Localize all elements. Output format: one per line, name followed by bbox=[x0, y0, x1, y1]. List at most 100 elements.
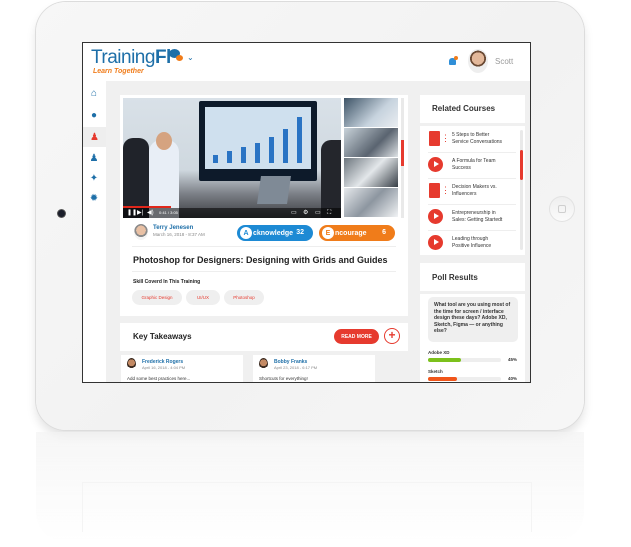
title-line: Service Conversations bbox=[452, 139, 503, 145]
related-courses-scrollbar[interactable] bbox=[520, 130, 523, 250]
poll-option-label: Sketch bbox=[428, 369, 443, 374]
user-name[interactable]: Scott bbox=[495, 57, 513, 66]
title-line: Success bbox=[452, 165, 471, 171]
poll-option-percent: 40% bbox=[508, 376, 518, 381]
related-course-item[interactable]: A Formula for Team Success bbox=[428, 153, 516, 179]
author-name[interactable]: Terry Jenesen bbox=[153, 225, 193, 231]
skill-chip[interactable]: Photoshop bbox=[224, 290, 264, 305]
takeaway-note[interactable]: Frederick Rogers April 16, 2018 - 4:04 P… bbox=[121, 355, 243, 382]
home-icon[interactable]: ⌂ bbox=[87, 86, 101, 100]
related-course-item[interactable]: Leading through Positive Influence bbox=[428, 231, 516, 257]
title-line: A Formula for Team bbox=[452, 158, 496, 164]
logo-bubble-accent-icon bbox=[176, 55, 183, 61]
video-time: 0:41 / 3:05 bbox=[159, 210, 178, 215]
video-thumbnail[interactable] bbox=[344, 98, 398, 127]
related-course-title: A Formula for Team Success bbox=[452, 158, 496, 172]
logo-text: TrainingFl bbox=[91, 47, 171, 68]
avatar[interactable] bbox=[127, 358, 136, 370]
settings-icon[interactable]: ✹ bbox=[87, 191, 101, 205]
user-icon[interactable]: ♟ bbox=[87, 151, 101, 165]
scene-bar bbox=[213, 155, 218, 163]
encourage-letter-icon: E bbox=[322, 227, 334, 239]
play-icon bbox=[428, 209, 443, 224]
bell-icon[interactable] bbox=[449, 56, 458, 66]
scene-head bbox=[156, 132, 172, 150]
home-button-glyph bbox=[558, 205, 566, 213]
pause-icon[interactable]: ❚❚ bbox=[127, 210, 137, 216]
key-takeaways-title: Key Takeaways bbox=[133, 332, 192, 341]
scene-bar bbox=[269, 137, 274, 163]
fullscreen-icon[interactable]: ⛶ bbox=[327, 210, 331, 216]
note-body: Shortcuts for everything! bbox=[259, 376, 308, 381]
related-course-item[interactable]: 5 Steps to BetterService Conversations bbox=[428, 127, 516, 153]
avatar[interactable] bbox=[134, 224, 148, 240]
thumbnails-scrollbar[interactable] bbox=[401, 98, 404, 218]
volume-icon[interactable]: ◀) bbox=[147, 210, 154, 216]
acknowledge-count: 32 bbox=[296, 229, 304, 236]
user-feedback-icon[interactable]: ♟ bbox=[83, 127, 106, 147]
title-line: Decision Makers vs. bbox=[452, 184, 497, 190]
support-icon[interactable]: ✦ bbox=[87, 171, 101, 185]
video-thumbnail[interactable] bbox=[344, 128, 398, 157]
logo-text-light: Training bbox=[91, 47, 155, 68]
acknowledge-button[interactable]: A cknowledge 32 bbox=[237, 225, 313, 241]
encourage-button[interactable]: E ncourage 6 bbox=[319, 225, 395, 241]
avatar[interactable] bbox=[468, 49, 488, 73]
sidebar: ⌂ ● ♟ ♟ ✦ ✹ bbox=[83, 81, 106, 382]
post-date: March 16, 2018 - 8:37 AM bbox=[153, 232, 205, 237]
title-line: Influencers bbox=[452, 191, 477, 197]
poll-option-fill bbox=[428, 377, 458, 381]
title-line: Positive Influence bbox=[452, 243, 492, 249]
logo[interactable]: TrainingFl Learn Together bbox=[91, 47, 171, 75]
scene-bar bbox=[241, 147, 246, 163]
theater-icon[interactable]: ▭ bbox=[315, 210, 321, 216]
pdf-icon bbox=[429, 183, 450, 198]
settings-icon[interactable]: ⚙ bbox=[303, 210, 308, 216]
poll-option-bar bbox=[428, 358, 501, 362]
play-icon bbox=[428, 235, 443, 250]
related-courses-panel: Related Courses 5 Steps to BetterService… bbox=[420, 95, 525, 255]
play-icon bbox=[428, 157, 443, 172]
logo-text-bold: Fl bbox=[154, 47, 171, 68]
logo-tagline: Learn Together bbox=[93, 68, 144, 75]
video-scene-monitor bbox=[199, 101, 317, 181]
video-thumbnail[interactable] bbox=[344, 158, 398, 187]
read-more-button[interactable]: READ MORE bbox=[334, 329, 379, 344]
tablet-reflection bbox=[36, 432, 584, 542]
related-courses-title: Related Courses bbox=[432, 104, 496, 113]
notification-dot bbox=[454, 56, 458, 60]
video-thumbnail[interactable] bbox=[344, 188, 398, 217]
course-title: Photoshop for Designers: Designing with … bbox=[133, 255, 388, 265]
key-takeaways-header: Key Takeaways READ MORE + bbox=[120, 323, 408, 351]
skills-heading: Skill Coverd In This Training bbox=[133, 279, 201, 285]
home-button[interactable] bbox=[549, 196, 575, 222]
related-course-title: Leading through Positive Influence bbox=[452, 236, 491, 250]
device-mockup: TrainingFl Learn Together ⌄ Scott ⌂ ● ♟ … bbox=[0, 0, 631, 547]
captions-icon[interactable]: ▭ bbox=[291, 210, 297, 216]
training-card: ❚❚ ▶| ◀) 0:41 / 3:05 ▭ ⚙ ▭ ⛶ Terry Jenes… bbox=[120, 95, 408, 316]
poll-option-bar bbox=[428, 377, 501, 381]
scene-bar bbox=[283, 129, 288, 163]
note-date: April 16, 2018 - 4:04 PM bbox=[142, 365, 186, 370]
related-course-item[interactable]: Decision Makers vs.Influencers bbox=[428, 179, 516, 205]
related-course-item[interactable]: Entrepreneurship in Sales: Getting Starte… bbox=[428, 205, 516, 231]
poll-option-fill bbox=[428, 358, 461, 362]
next-icon[interactable]: ▶| bbox=[137, 210, 143, 216]
add-takeaway-button[interactable]: + bbox=[384, 328, 400, 344]
divider bbox=[420, 123, 525, 126]
video-player[interactable]: ❚❚ ▶| ◀) 0:41 / 3:05 ▭ ⚙ ▭ ⛶ bbox=[123, 98, 341, 218]
divider bbox=[420, 291, 525, 294]
skill-chip[interactable]: UI/UX bbox=[186, 290, 220, 305]
poll-question: What tool are you using most of the time… bbox=[428, 297, 518, 342]
scene-bar bbox=[297, 117, 302, 163]
chevron-down-icon[interactable]: ⌄ bbox=[187, 53, 194, 62]
skill-chip[interactable]: Graphic Design bbox=[132, 290, 182, 305]
chat-icon[interactable]: ● bbox=[87, 108, 101, 122]
acknowledge-letter-icon: A bbox=[240, 227, 252, 239]
video-controls: ❚❚ ▶| ◀) 0:41 / 3:05 ▭ ⚙ ▭ ⛶ bbox=[123, 208, 341, 218]
scrollbar-thumb[interactable] bbox=[401, 140, 404, 166]
scene-laptop bbox=[257, 176, 291, 204]
scrollbar-thumb[interactable] bbox=[520, 150, 523, 180]
avatar[interactable] bbox=[259, 358, 268, 370]
takeaway-note[interactable]: Bobby Franks April 23, 2018 - 6:17 PM Sh… bbox=[253, 355, 375, 382]
